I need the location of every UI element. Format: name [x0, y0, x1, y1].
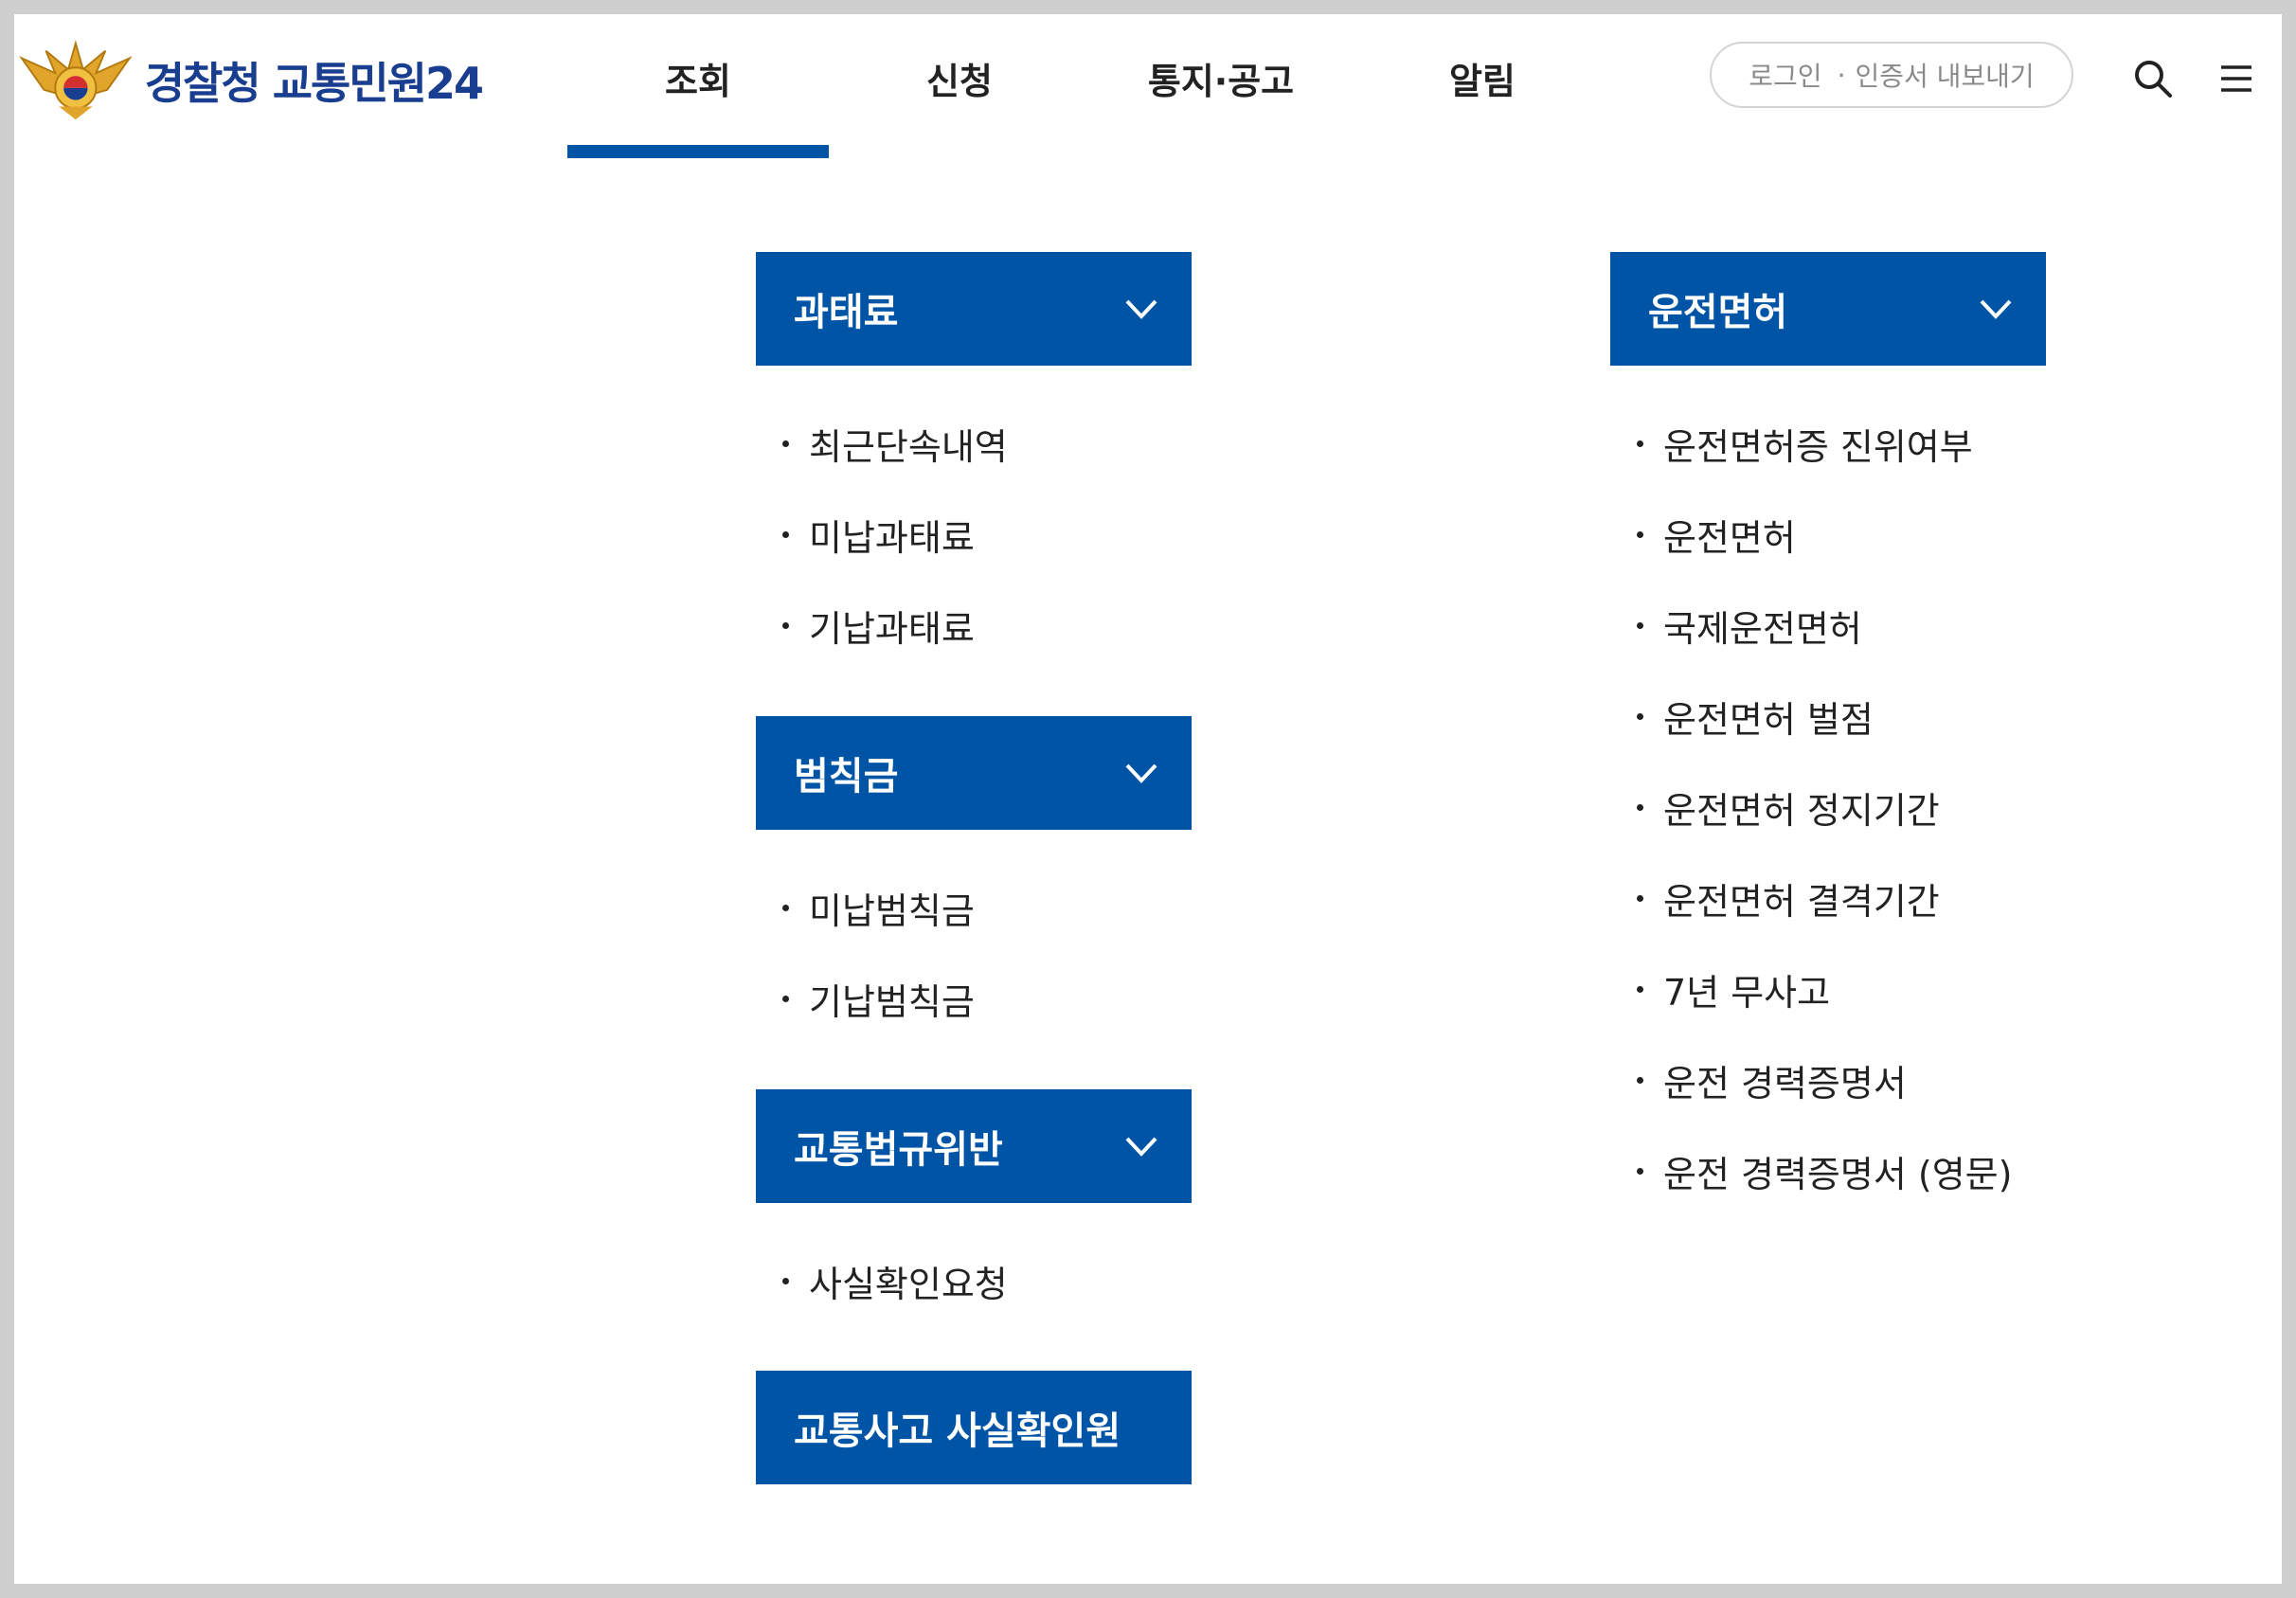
group-accident-title: 교통사고 사실확인원	[794, 1409, 1121, 1453]
group-violation-list: 사실확인요청	[769, 1235, 1008, 1326]
login-link[interactable]: 로그인	[1749, 56, 1821, 94]
bullet	[782, 530, 789, 538]
item-label: 미납범칙금	[809, 889, 975, 932]
item-label: 국제운전면허	[1663, 607, 1862, 650]
list-item[interactable]: 운전면허	[1623, 489, 2012, 580]
group-accident-header[interactable]: 교통사고 사실확인원	[756, 1371, 1192, 1484]
chevron-down-icon	[1125, 763, 1157, 783]
nav-active-indicator	[567, 145, 829, 158]
group-fine-header[interactable]: 과태료	[756, 252, 1192, 366]
list-item[interactable]: 미납과태료	[769, 489, 1008, 580]
menu-icon[interactable]	[2214, 56, 2259, 101]
bullet	[782, 440, 789, 447]
bullet	[1637, 1076, 1643, 1084]
item-label: 기납과태료	[809, 607, 975, 650]
item-label: 최근단속내역	[809, 425, 1008, 468]
group-license-title: 운전면허	[1648, 291, 1788, 334]
group-license-list: 운전면허증 진위여부 운전면허 국제운전면허 운전면허 벌점 운전면허 정지기간…	[1623, 398, 2012, 1216]
item-label: 기납범칙금	[809, 980, 975, 1023]
group-penalty-list: 미납범칙금 기납범칙금	[769, 862, 975, 1044]
group-fine-list: 최근단속내역 미납과태료 기납과태료	[769, 398, 1008, 671]
chevron-down-icon	[1125, 1137, 1157, 1157]
group-penalty-title: 범칙금	[794, 755, 899, 799]
search-icon[interactable]	[2130, 56, 2176, 101]
bullet	[1637, 803, 1643, 811]
bullet	[782, 621, 789, 629]
list-item[interactable]: 국제운전면허	[1623, 580, 2012, 671]
group-fine-title: 과태료	[794, 291, 899, 334]
group-violation-title: 교통법규위반	[794, 1128, 1003, 1172]
list-item[interactable]: 최근단속내역	[769, 398, 1008, 489]
item-label: 운전면허증 진위여부	[1663, 425, 1973, 468]
cert-export-link[interactable]: 인증서 내보내기	[1855, 56, 2034, 94]
list-item[interactable]: 미납범칙금	[769, 862, 975, 953]
list-item[interactable]: 기납범칙금	[769, 953, 975, 1044]
bullet	[782, 995, 789, 1002]
item-label: 사실확인요청	[809, 1263, 1008, 1305]
bullet	[782, 904, 789, 911]
bullet	[782, 1277, 789, 1284]
logo-text: 경찰청 교통민원24	[144, 58, 484, 109]
police-emblem-icon	[19, 40, 133, 120]
bullet	[1637, 894, 1643, 902]
nav-apply[interactable]: 신청	[829, 52, 1090, 104]
nav-notice[interactable]: 통지·공고	[1090, 52, 1352, 104]
bullet	[1637, 1167, 1643, 1175]
list-item[interactable]: 운전 경력증명서	[1623, 1034, 2012, 1125]
list-item[interactable]: 운전면허 벌점	[1623, 671, 2012, 762]
login-cert-button[interactable]: 로그인 · 인증서 내보내기	[1710, 42, 2073, 108]
bullet	[1637, 712, 1643, 720]
list-item[interactable]: 7년 무사고	[1623, 943, 2012, 1034]
bullet	[1637, 530, 1643, 538]
item-label: 운전면허	[1663, 516, 1796, 559]
item-label: 운전 경력증명서 (영문)	[1663, 1153, 2013, 1195]
bullet	[1637, 440, 1643, 447]
site-logo[interactable]: 경찰청 교통민원24	[18, 37, 484, 124]
item-label: 운전 경력증명서	[1663, 1062, 1907, 1104]
group-penalty-header[interactable]: 범칙금	[756, 716, 1192, 830]
item-label: 운전면허 정지기간	[1663, 789, 1940, 832]
bullet	[1637, 621, 1643, 629]
item-label: 운전면허 결격기간	[1663, 880, 1940, 923]
nav-inquiry[interactable]: 조회	[567, 52, 829, 104]
page-frame: 경찰청 교통민원24 조회 신청 통지·공고 알림 로그인 · 인증서 내보내기…	[14, 14, 2282, 1584]
item-label: 운전면허 벌점	[1663, 698, 1874, 741]
list-item[interactable]: 운전면허증 진위여부	[1623, 398, 2012, 489]
list-item[interactable]: 사실확인요청	[769, 1235, 1008, 1326]
separator-dot: ·	[1837, 59, 1846, 91]
bullet	[1637, 985, 1643, 993]
list-item[interactable]: 기납과태료	[769, 580, 1008, 671]
list-item[interactable]: 운전면허 정지기간	[1623, 762, 2012, 853]
list-item[interactable]: 운전 경력증명서 (영문)	[1623, 1125, 2012, 1216]
group-violation-header[interactable]: 교통법규위반	[756, 1089, 1192, 1203]
nav-alert[interactable]: 알림	[1352, 52, 1613, 104]
group-license-header[interactable]: 운전면허	[1610, 252, 2046, 366]
item-label: 7년 무사고	[1663, 971, 1831, 1014]
item-label: 미납과태료	[809, 516, 975, 559]
chevron-down-icon	[1980, 299, 2012, 319]
list-item[interactable]: 운전면허 결격기간	[1623, 853, 2012, 943]
chevron-down-icon	[1125, 299, 1157, 319]
